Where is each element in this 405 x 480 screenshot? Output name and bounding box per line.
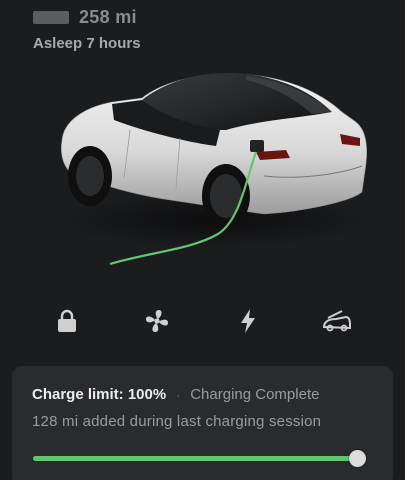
trunk-button[interactable] [320, 304, 354, 338]
separator-dot: · [176, 387, 181, 402]
trunk-open-icon [322, 310, 351, 332]
charging-card[interactable]: Charge limit: 100% · Charging Complete 1… [12, 366, 393, 480]
charge-summary: Charge limit: 100% · Charging Complete [32, 386, 319, 403]
sleep-status: Asleep 7 hours [33, 35, 141, 52]
vehicle-screen: 258 mi Asleep 7 hours Charge limit: 100%… [0, 0, 405, 480]
fan-icon [146, 310, 168, 332]
charging-status: Charging Complete [190, 386, 320, 403]
session-summary: 128 mi added during last charging sessio… [32, 413, 322, 430]
range-text: 258 mi [79, 6, 137, 27]
slider-fill [33, 456, 357, 461]
battery-icon [33, 10, 69, 24]
lightning-bolt-icon [241, 309, 255, 333]
charge-limit-label: Charge limit: 100% [32, 386, 167, 403]
climate-button[interactable] [140, 304, 174, 338]
charge-limit-slider[interactable] [33, 450, 366, 467]
lock-button[interactable] [50, 304, 84, 338]
charge-port-button[interactable] [231, 304, 265, 338]
slider-thumb[interactable] [349, 450, 366, 467]
car-illustration [55, 73, 375, 266]
quick-controls [0, 296, 405, 346]
lock-icon [58, 309, 76, 332]
car-image [50, 60, 380, 270]
range-row: 258 mi [33, 6, 137, 28]
